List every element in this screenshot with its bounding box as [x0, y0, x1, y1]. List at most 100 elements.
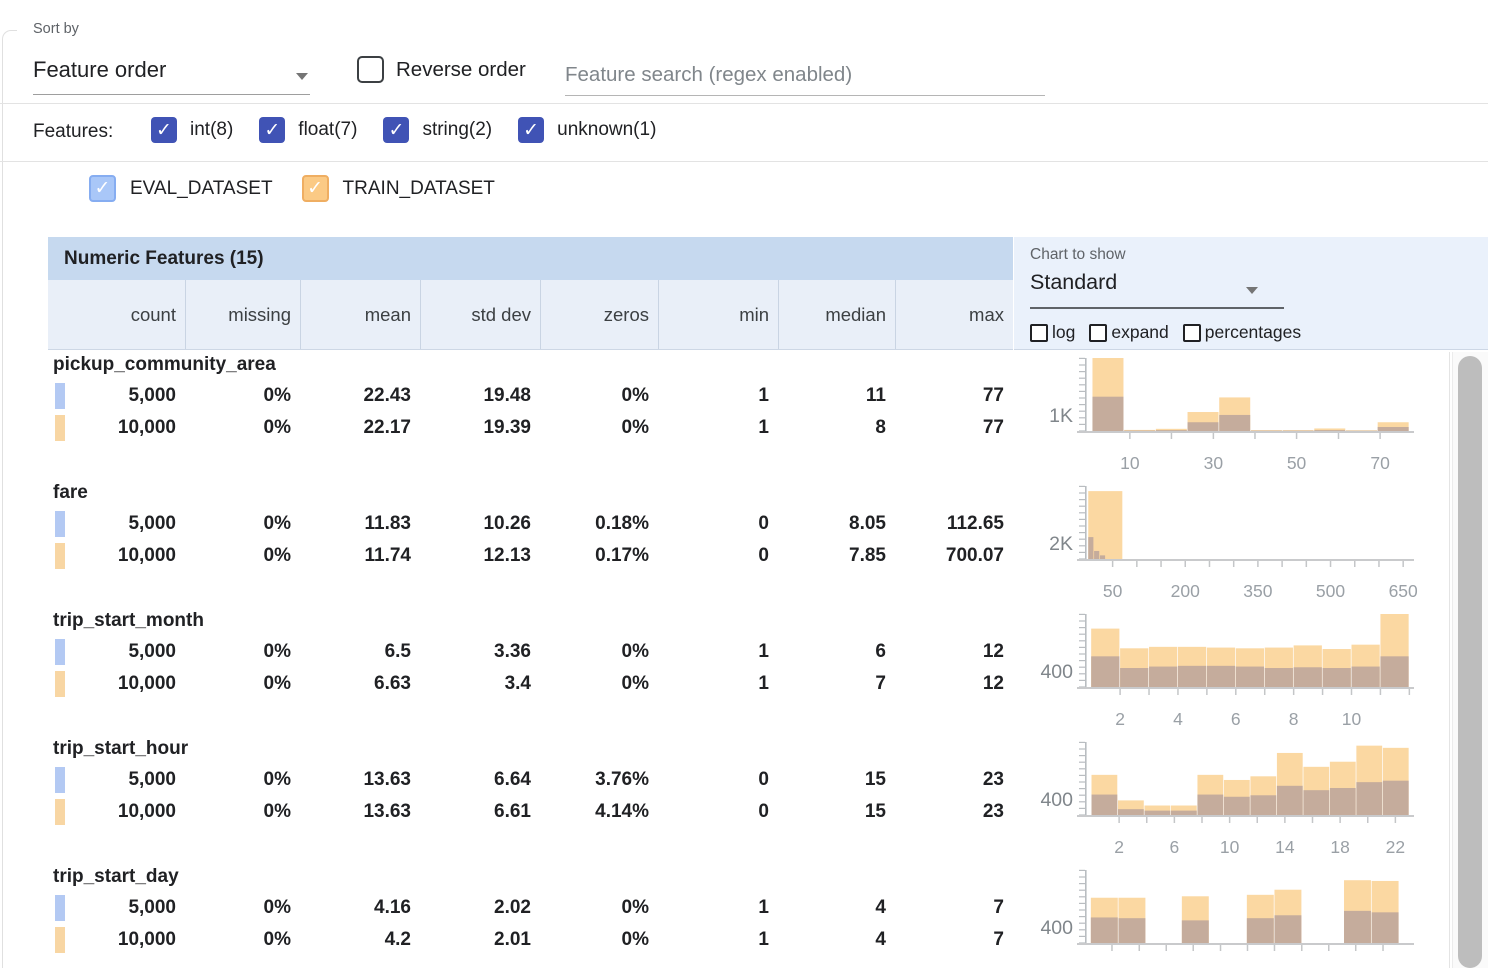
stat-value: 3.4: [420, 671, 540, 697]
train-swatch: [55, 799, 65, 825]
feature-type-label: int(8): [190, 119, 233, 141]
train-stats-row: 10,0000%22.1719.390%1877: [48, 415, 1013, 441]
feature-type-label: float(7): [298, 119, 357, 141]
panel-separator: [1449, 352, 1450, 968]
chart-option-label: log: [1052, 322, 1075, 343]
svg-text:18: 18: [1330, 837, 1349, 857]
svg-text:10: 10: [1220, 837, 1240, 857]
train-dataset-checkbox[interactable]: ✓: [302, 175, 329, 202]
stat-value: 12: [895, 671, 1013, 697]
feature-name: pickup_community_area: [53, 352, 276, 378]
chevron-down-icon[interactable]: [296, 73, 308, 80]
stat-value: 0%: [185, 767, 300, 793]
feature-type-filter-3: ✓ unknown(1): [518, 117, 656, 143]
stat-value: 0%: [540, 895, 658, 921]
chevron-down-icon[interactable]: [1246, 287, 1258, 294]
column-header-std-dev: std dev: [420, 280, 540, 349]
dataset-item-eval: ✓EVAL_DATASET: [89, 175, 273, 202]
stat-value: 0%: [540, 639, 658, 665]
stat-value: 7: [895, 927, 1013, 953]
stat-value: 10,000: [48, 927, 185, 953]
reverse-order-checkbox[interactable]: [357, 56, 384, 83]
stat-value: 7: [778, 671, 895, 697]
stat-value: 0%: [185, 511, 300, 537]
chart-option-percentages: percentages: [1183, 322, 1301, 343]
stat-value: 4.14%: [540, 799, 658, 825]
feature-name: trip_start_month: [53, 608, 204, 634]
chart-to-show-label: Chart to show: [1030, 246, 1126, 264]
eval-swatch: [55, 767, 65, 793]
stat-value: 1: [658, 415, 778, 441]
stat-value: 1: [658, 927, 778, 953]
scrollbar-thumb[interactable]: [1458, 356, 1482, 968]
stat-value: 13.63: [300, 799, 420, 825]
column-header-min: min: [658, 280, 778, 349]
train-swatch: [55, 671, 65, 697]
train-stats-row: 10,0000%6.633.40%1712: [48, 671, 1013, 697]
feature-name: trip_start_hour: [53, 736, 188, 762]
eval-dataset-checkbox[interactable]: ✓: [89, 175, 116, 202]
sort-by-dropdown[interactable]: Feature order: [33, 57, 166, 83]
train-stats-row: 10,0000%4.22.010%147: [48, 927, 1013, 953]
feature-type-label: string(2): [422, 119, 492, 141]
stat-value: 6.64: [420, 767, 540, 793]
feature-type-checkbox[interactable]: ✓: [383, 117, 409, 143]
stat-value: 0%: [540, 671, 658, 697]
feature-type-checkbox[interactable]: ✓: [518, 117, 544, 143]
stat-value: 13.63: [300, 767, 420, 793]
column-header-mean: mean: [300, 280, 420, 349]
percentages-checkbox[interactable]: [1183, 324, 1201, 342]
train-stats-row: 10,0000%11.7412.130.17%07.85700.07: [48, 543, 1013, 569]
svg-text:400: 400: [1040, 917, 1073, 939]
stat-value: 6.5: [300, 639, 420, 665]
features-filter-label: Features:: [33, 121, 113, 143]
svg-text:22: 22: [1386, 837, 1405, 857]
stat-value: 7.85: [778, 543, 895, 569]
stat-value: 4.16: [300, 895, 420, 921]
stat-value: 23: [895, 767, 1013, 793]
stat-value: 0%: [540, 383, 658, 409]
log-checkbox[interactable]: [1030, 324, 1048, 342]
histogram-fare: 502003505006502K: [1013, 480, 1449, 608]
svg-text:70: 70: [1370, 453, 1390, 473]
feature-type-checkbox[interactable]: ✓: [259, 117, 285, 143]
stat-value: 2.01: [420, 927, 540, 953]
eval-stats-row: 5,0000%22.4319.480%11177: [48, 383, 1013, 409]
reverse-order-label: Reverse order: [396, 58, 526, 82]
feature-type-checkbox[interactable]: ✓: [151, 117, 177, 143]
train-swatch: [55, 543, 65, 569]
svg-text:400: 400: [1040, 661, 1073, 683]
feature-group-trip_start_month: trip_start_month5,0000%6.53.360%161210,0…: [48, 608, 1013, 736]
feature-type-label: unknown(1): [557, 119, 656, 141]
feature-name: fare: [53, 480, 88, 506]
stat-value: 12.13: [420, 543, 540, 569]
expand-checkbox[interactable]: [1089, 324, 1107, 342]
feature-name: trip_start_day: [53, 864, 179, 890]
stat-value: 112.65: [895, 511, 1013, 537]
svg-text:6: 6: [1170, 837, 1180, 857]
feature-rows: pickup_community_area5,0000%22.4319.480%…: [48, 352, 1013, 968]
stat-value: 10,000: [48, 671, 185, 697]
dataset-legend: ✓EVAL_DATASET✓TRAIN_DATASET: [89, 175, 495, 202]
stat-value: 12: [895, 639, 1013, 665]
svg-text:50: 50: [1103, 581, 1123, 601]
stat-value: 5,000: [48, 895, 185, 921]
stat-value: 0%: [540, 415, 658, 441]
stat-value: 5,000: [48, 767, 185, 793]
stat-value: 0%: [540, 927, 658, 953]
column-header-count: count: [48, 280, 185, 349]
feature-search-input[interactable]: [565, 55, 1045, 96]
stat-value: 0.17%: [540, 543, 658, 569]
stat-value: 1: [658, 671, 778, 697]
chart-options: logexpandpercentages: [1030, 322, 1301, 343]
stat-value: 5,000: [48, 383, 185, 409]
chart-panel: Chart to show Standard logexpandpercenta…: [1014, 237, 1488, 350]
chart-type-dropdown[interactable]: Standard: [1030, 270, 1117, 295]
feature-type-filter-1: ✓ float(7): [259, 117, 357, 143]
eval-stats-row: 5,0000%13.636.643.76%01523: [48, 767, 1013, 793]
stat-value: 3.76%: [540, 767, 658, 793]
feature-group-fare: fare5,0000%11.8310.260.18%08.05112.6510,…: [48, 480, 1013, 608]
stat-value: 3.36: [420, 639, 540, 665]
stat-value: 19.39: [420, 415, 540, 441]
svg-text:14: 14: [1275, 837, 1295, 857]
